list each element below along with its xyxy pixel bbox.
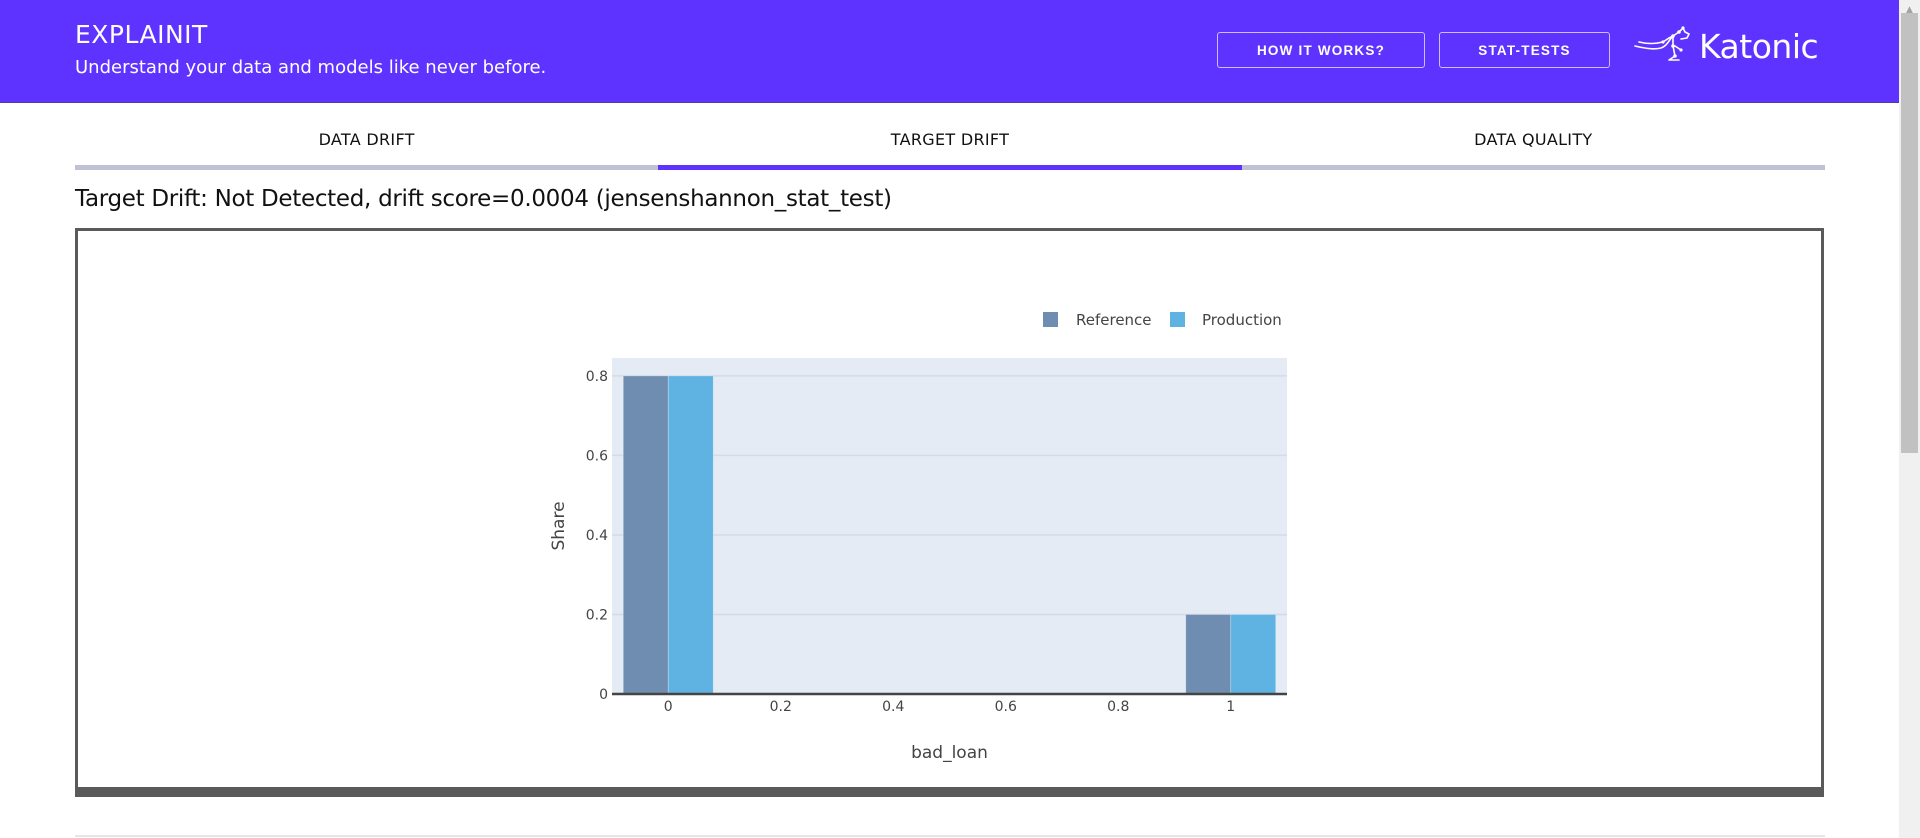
legend-swatch-reference[interactable] xyxy=(1043,312,1058,327)
app-header: EXPLAINIT Understand your data and model… xyxy=(0,0,1899,103)
target-distribution-chart: 0 0.2 0.4 0.6 0.8 0 0.2 0.4 0.6 0.8 1 Reference Pr… xyxy=(549,311,1287,763)
x-tick-label: 1 xyxy=(1226,699,1235,715)
bar-production-1[interactable] xyxy=(1230,614,1277,695)
y-tick-label: 0.2 xyxy=(586,607,608,623)
y-tick-label: 0.6 xyxy=(586,448,608,464)
y-tick-label: 0.4 xyxy=(586,528,608,544)
x-tick-label: 0.6 xyxy=(995,699,1017,715)
how-it-works-button[interactable]: HOW IT WORKS? xyxy=(1217,32,1425,68)
x-axis-label: bad_loan xyxy=(911,743,988,763)
scroll-thumb[interactable] xyxy=(1901,13,1918,453)
tab-data-drift[interactable]: DATA DRIFT xyxy=(75,118,659,170)
app-title: EXPLAINIT xyxy=(75,20,208,49)
footer-divider xyxy=(75,835,1825,837)
x-tick-label: 0.8 xyxy=(1107,699,1129,715)
stat-tests-button[interactable]: STAT-TESTS xyxy=(1439,32,1610,68)
y-axis-label: Share xyxy=(549,501,569,550)
bar-reference-0[interactable] xyxy=(622,375,669,695)
chart-container: 0 0.2 0.4 0.6 0.8 0 0.2 0.4 0.6 0.8 1 Reference Pr… xyxy=(75,228,1824,797)
legend-label-production[interactable]: Production xyxy=(1202,311,1282,329)
tab-data-quality[interactable]: DATA QUALITY xyxy=(1241,118,1826,170)
kangaroo-icon xyxy=(1634,26,1690,61)
tab-bar: DATA DRIFT TARGET DRIFT DATA QUALITY xyxy=(75,118,1826,170)
logo-text: Katonic xyxy=(1699,26,1819,66)
x-tick-label: 0 xyxy=(664,699,673,715)
bar-reference-1[interactable] xyxy=(1185,614,1232,695)
page: EXPLAINIT Understand your data and model… xyxy=(0,0,1899,838)
katonic-logo[interactable]: Katonic xyxy=(1633,26,1819,66)
tab-target-drift[interactable]: TARGET DRIFT xyxy=(658,118,1242,170)
bar-production-0[interactable] xyxy=(667,375,714,695)
y-tick-label: 0.8 xyxy=(586,369,608,385)
x-tick-label: 0.2 xyxy=(770,699,792,715)
drift-status-text: Target Drift: Not Detected, drift score=… xyxy=(75,186,892,212)
app-subtitle: Understand your data and models like nev… xyxy=(75,57,547,78)
legend-swatch-production[interactable] xyxy=(1170,312,1185,327)
x-tick-label: 0.4 xyxy=(882,699,904,715)
y-tick-label: 0 xyxy=(599,687,608,703)
legend-label-reference[interactable]: Reference xyxy=(1076,311,1152,329)
vertical-scrollbar[interactable]: ▲ xyxy=(1899,0,1920,838)
